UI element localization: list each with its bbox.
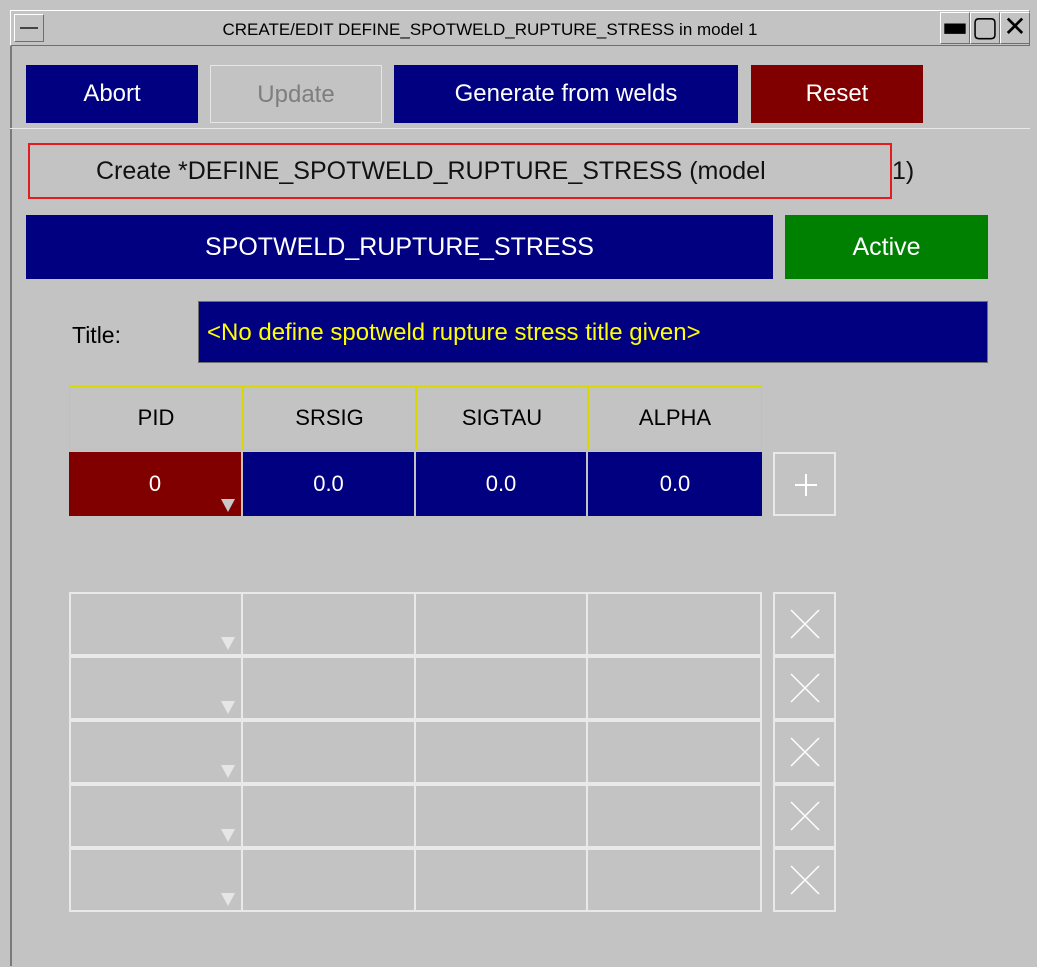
delete-row-button[interactable] [773, 848, 836, 912]
empty-cell[interactable] [241, 592, 416, 656]
column-header-sigtau: SIGTAU [416, 386, 588, 450]
minimize-icon[interactable]: ▬ [940, 12, 970, 44]
empty-cell[interactable] [586, 784, 762, 848]
empty-cell[interactable] [586, 656, 762, 720]
update-button[interactable]: Update [210, 65, 382, 123]
system-menu-icon[interactable] [14, 14, 44, 42]
maximize-icon[interactable]: ▢ [970, 12, 1000, 44]
dropdown-triangle-icon[interactable] [221, 829, 235, 842]
dropdown-triangle-icon[interactable] [221, 701, 235, 714]
window-left-edge [10, 46, 12, 966]
divider [10, 128, 1030, 129]
empty-cell[interactable] [586, 592, 762, 656]
dropdown-triangle-icon[interactable] [221, 765, 235, 778]
pid-cell[interactable]: 0 [69, 452, 241, 516]
column-header-alpha: ALPHA [588, 386, 762, 450]
reset-button[interactable]: Reset [751, 65, 923, 123]
delete-row-button[interactable] [773, 656, 836, 720]
keyword-header: SPOTWELD_RUPTURE_STRESS [26, 215, 773, 279]
active-toggle-button[interactable]: Active [785, 215, 988, 279]
title-input[interactable]: <No define spotweld rupture stress title… [198, 301, 988, 363]
x-icon [790, 801, 820, 831]
empty-pid-cell[interactable] [69, 592, 243, 656]
window-controls: ▬ ▢ ✕ [940, 12, 1032, 44]
empty-cell[interactable] [414, 720, 588, 784]
x-icon [790, 609, 820, 639]
alpha-cell[interactable]: 0.0 [588, 452, 762, 516]
empty-pid-cell[interactable] [69, 848, 243, 912]
create-label-model: 1) [892, 157, 915, 185]
delete-row-button[interactable] [773, 592, 836, 656]
empty-pid-cell[interactable] [69, 656, 243, 720]
empty-cell[interactable] [414, 656, 588, 720]
x-icon [790, 865, 820, 895]
empty-cell[interactable] [414, 784, 588, 848]
empty-cell[interactable] [414, 592, 588, 656]
empty-cell[interactable] [586, 720, 762, 784]
empty-cell[interactable] [586, 848, 762, 912]
empty-cell[interactable] [241, 720, 416, 784]
dropdown-triangle-icon[interactable] [221, 637, 235, 650]
generate-from-welds-button[interactable]: Generate from welds [394, 65, 738, 123]
delete-row-button[interactable] [773, 784, 836, 848]
close-icon[interactable]: ✕ [1000, 12, 1030, 44]
add-row-button[interactable] [773, 452, 836, 516]
sigtau-cell[interactable]: 0.0 [416, 452, 586, 516]
x-icon [790, 737, 820, 767]
pid-value: 0 [148, 471, 162, 496]
x-icon [790, 673, 820, 703]
delete-row-button[interactable] [773, 720, 836, 784]
column-header-srsig: SRSIG [243, 386, 416, 450]
empty-pid-cell[interactable] [69, 784, 243, 848]
abort-button[interactable]: Abort [26, 65, 198, 123]
column-header-pid: PID [69, 386, 243, 450]
empty-cell[interactable] [241, 656, 416, 720]
window-title: CREATE/EDIT DEFINE_SPOTWELD_RUPTURE_STRE… [222, 20, 758, 39]
empty-pid-cell[interactable] [69, 720, 243, 784]
empty-cell[interactable] [414, 848, 588, 912]
dropdown-triangle-icon[interactable] [221, 893, 235, 906]
title-label: Title: [72, 322, 121, 348]
empty-cell[interactable] [241, 784, 416, 848]
srsig-cell[interactable]: 0.0 [243, 452, 414, 516]
dropdown-triangle-icon[interactable] [221, 499, 235, 512]
create-label: Create *DEFINE_SPOTWELD_RUPTURE_STRESS (… [28, 143, 892, 199]
empty-cell[interactable] [241, 848, 416, 912]
